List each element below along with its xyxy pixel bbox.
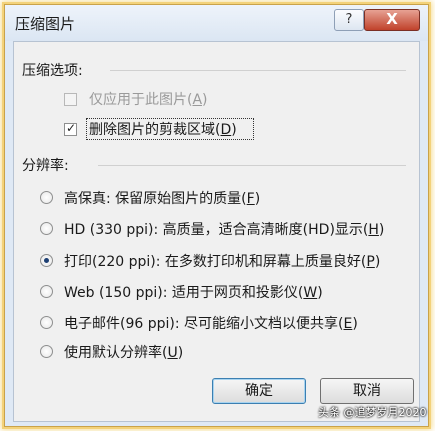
delete-cropped-checkbox[interactable]: ✓ [64, 121, 77, 136]
radio-selected-dot [44, 258, 49, 263]
separator [110, 70, 406, 71]
resolution-label: 分辨率: [22, 158, 69, 174]
dialog-window: 压缩图片 ? X 压缩选项: 仅应用于此图片(A) ✓ 删除图片的剪裁区域(D)… [4, 4, 429, 427]
delete-cropped-label: 删除图片的剪裁区域(D) [89, 122, 237, 138]
only-this-picture-label: 仅应用于此图片(A) [89, 92, 208, 108]
resolution-option-email: 电子邮件(96 ppi): 尽可能缩小文档以便共享(E) [64, 316, 358, 332]
dialog-title: 压缩图片 [15, 15, 76, 33]
help-button[interactable]: ? [334, 9, 364, 31]
compress-options-label: 压缩选项: [22, 63, 83, 79]
dialog-body: 压缩选项: 仅应用于此图片(A) ✓ 删除图片的剪裁区域(D) 分辨率: 高保真… [13, 41, 420, 422]
title-bar[interactable]: 压缩图片 ? X [5, 5, 428, 41]
resolution-option-hd: HD (330 ppi): 高质量，适合高清晰度(HD)显示(H) [64, 222, 385, 238]
cancel-button[interactable]: 取消 [320, 378, 414, 404]
radio-hifi[interactable] [40, 191, 53, 204]
radio-print[interactable] [40, 254, 53, 267]
watermark-text: 头条 @追梦岁月2020 [318, 406, 427, 419]
radio-email[interactable] [40, 316, 53, 329]
ok-button[interactable]: 确定 [212, 378, 306, 404]
checkmark-icon: ✓ [66, 121, 77, 135]
radio-hd[interactable] [40, 222, 53, 235]
radio-default[interactable] [40, 345, 53, 358]
close-button[interactable]: X [364, 9, 420, 31]
radio-web[interactable] [40, 285, 53, 298]
resolution-option-hifi: 高保真: 保留原始图片的质量(F) [64, 191, 261, 207]
only-this-picture-checkbox[interactable] [64, 93, 77, 106]
resolution-option-default: 使用默认分辨率(U) [64, 345, 184, 361]
resolution-option-web: Web (150 ppi): 适用于网页和投影仪(W) [64, 285, 323, 301]
separator [98, 165, 406, 166]
resolution-option-print: 打印(220 ppi): 在多数打印机和屏幕上质量良好(P) [64, 254, 381, 270]
